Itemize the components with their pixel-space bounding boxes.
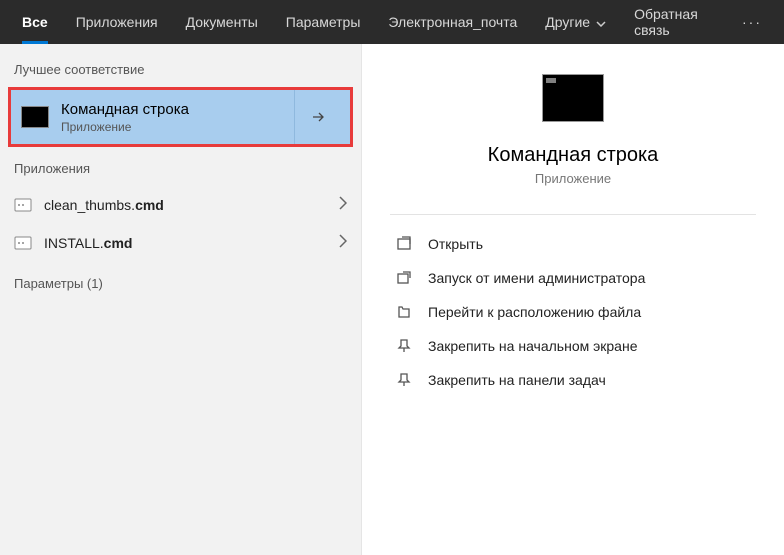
best-match-header: Лучшее соответствие <box>0 58 361 87</box>
list-item[interactable]: clean_thumbs.cmd <box>0 186 361 224</box>
action-open[interactable]: Открыть <box>390 227 756 261</box>
feedback-link[interactable]: Обратная связь <box>620 6 728 38</box>
apps-section-header: Приложения <box>0 157 361 186</box>
filename-match: cmd <box>135 197 164 213</box>
action-label: Перейти к расположению файла <box>428 304 641 320</box>
chevron-right-icon <box>339 196 347 215</box>
pin-taskbar-icon <box>394 370 414 390</box>
file-icon <box>14 198 32 212</box>
tab-other[interactable]: Другие <box>531 0 620 44</box>
action-pin-taskbar[interactable]: Закрепить на панели задач <box>390 363 756 397</box>
action-label: Открыть <box>428 236 483 252</box>
tab-documents[interactable]: Документы <box>172 0 272 44</box>
top-tab-bar: Все Приложения Документы Параметры Элект… <box>0 0 784 44</box>
preview-title: Командная строка <box>488 144 659 167</box>
action-pin-start[interactable]: Закрепить на начальном экране <box>390 329 756 363</box>
tab-all[interactable]: Все <box>8 0 62 44</box>
filename-prefix: clean_thumbs. <box>44 197 135 213</box>
best-match-highlight: Командная строка Приложение <box>8 87 353 147</box>
tab-settings[interactable]: Параметры <box>272 0 375 44</box>
folder-icon <box>394 302 414 322</box>
tab-apps[interactable]: Приложения <box>62 0 172 44</box>
actions-list: Открыть Запуск от имени администратора П… <box>390 227 756 397</box>
cmd-prompt-large-icon <box>542 74 604 122</box>
results-pane: Лучшее соответствие Командная строка При… <box>0 44 362 555</box>
expand-arrow-button[interactable] <box>294 90 340 144</box>
tab-other-label: Другие <box>545 14 590 30</box>
divider <box>390 214 756 215</box>
file-icon <box>14 236 32 250</box>
more-menu-button[interactable]: ··· <box>728 14 776 30</box>
action-label: Закрепить на начальном экране <box>428 338 638 354</box>
preview-pane: Командная строка Приложение Открыть Запу… <box>362 44 784 555</box>
params-section-header[interactable]: Параметры (1) <box>0 262 361 301</box>
best-match-subtitle: Приложение <box>61 120 294 134</box>
filename-match: cmd <box>104 235 133 251</box>
cmd-prompt-icon <box>21 106 49 128</box>
action-run-as-admin[interactable]: Запуск от имени администратора <box>390 261 756 295</box>
tab-email[interactable]: Электронная_почта <box>374 0 531 44</box>
chevron-down-icon <box>596 14 606 30</box>
chevron-right-icon <box>339 234 347 253</box>
action-label: Закрепить на панели задач <box>428 372 606 388</box>
filename-prefix: INSTALL. <box>44 235 104 251</box>
admin-icon <box>394 268 414 288</box>
preview-subtitle: Приложение <box>535 171 611 186</box>
list-item[interactable]: INSTALL.cmd <box>0 224 361 262</box>
best-match-title: Командная строка <box>61 101 294 118</box>
best-match-result[interactable]: Командная строка Приложение <box>11 90 350 144</box>
list-item-label: clean_thumbs.cmd <box>44 197 339 213</box>
action-file-location[interactable]: Перейти к расположению файла <box>390 295 756 329</box>
best-match-texts: Командная строка Приложение <box>61 101 294 134</box>
open-icon <box>394 234 414 254</box>
pin-start-icon <box>394 336 414 356</box>
list-item-label: INSTALL.cmd <box>44 235 339 251</box>
action-label: Запуск от имени администратора <box>428 270 645 286</box>
